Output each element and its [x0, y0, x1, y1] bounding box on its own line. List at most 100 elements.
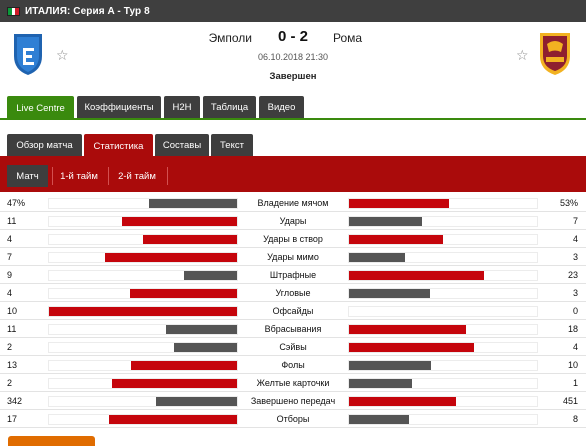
- stat-name: Удары: [279, 216, 307, 226]
- roma-logo-icon[interactable]: [537, 30, 573, 76]
- stat-name: Завершено передач: [250, 396, 336, 406]
- empoli-logo-icon[interactable]: [11, 32, 45, 76]
- stat-away-value: 3: [572, 252, 578, 262]
- stat-away-bar: [348, 234, 538, 245]
- stat-away-bar-fill: [349, 343, 474, 352]
- period-divider: [52, 167, 53, 185]
- period-divider: [167, 167, 168, 185]
- stat-away-bar: [348, 288, 538, 299]
- tab-match-summary[interactable]: Обзор матча: [7, 134, 82, 156]
- main-tabs: Live Centre Коэффициенты H2H Таблица Вид…: [0, 96, 586, 120]
- stat-name: Вбрасывания: [264, 324, 322, 334]
- stat-home-bar: [48, 324, 238, 335]
- stat-home-bar: [48, 396, 238, 407]
- stat-home-bar-fill: [149, 199, 237, 208]
- stat-row: 342 Завершено передач 451: [0, 392, 586, 410]
- stat-home-bar: [48, 252, 238, 263]
- stat-home-value: 4: [7, 288, 13, 298]
- more-button[interactable]: [8, 436, 95, 446]
- stat-name: Фолы: [281, 360, 305, 370]
- stat-home-bar-fill: [143, 235, 237, 244]
- stat-away-bar: [348, 270, 538, 281]
- tab-video[interactable]: Видео: [259, 96, 304, 118]
- stat-row: 9 Штрафные 23: [0, 266, 586, 284]
- stat-home-bar: [48, 378, 238, 389]
- league-name[interactable]: ИТАЛИЯ: Серия A - Тур 8: [25, 6, 150, 17]
- stat-away-value: 7: [572, 216, 578, 226]
- stat-name: Офсайды: [272, 306, 314, 316]
- tab-statistics[interactable]: Статистика: [84, 134, 153, 158]
- stat-name: Удары мимо: [267, 252, 319, 262]
- match-header: ☆ Эмполи 0 - 2 Рома 06.10.2018 21:30 Зав…: [0, 22, 586, 96]
- stat-away-value: 3: [572, 288, 578, 298]
- stat-row: 11 Удары 7: [0, 212, 586, 230]
- favorite-home-star-icon[interactable]: ☆: [56, 48, 69, 62]
- stat-home-bar-fill: [131, 361, 237, 370]
- stat-home-value: 13: [7, 360, 18, 370]
- stat-row: 2 Желтые карточки 1: [0, 374, 586, 392]
- away-team-name[interactable]: Рома: [333, 31, 362, 45]
- tab-period-first-half[interactable]: 1-й тайм: [54, 165, 104, 187]
- stat-home-value: 11: [7, 216, 17, 226]
- stat-away-value: 18: [567, 324, 578, 334]
- stat-away-bar-fill: [349, 235, 443, 244]
- stat-home-value: 9: [7, 270, 13, 280]
- stat-away-value: 10: [567, 360, 578, 370]
- stat-away-value: 1: [572, 378, 578, 388]
- stat-away-value: 53%: [559, 198, 578, 208]
- sub-tabs: Обзор матча Статистика Составы Текст: [0, 134, 586, 158]
- stat-away-bar: [348, 414, 538, 425]
- stat-away-bar: [348, 396, 538, 407]
- stat-name: Желтые карточки: [256, 378, 330, 388]
- stat-away-bar-fill: [349, 379, 412, 388]
- stat-name: Сэйвы: [279, 342, 307, 352]
- stat-name: Угловые: [275, 288, 311, 298]
- stat-row: 11 Вбрасывания 18: [0, 320, 586, 338]
- stat-home-bar-fill: [105, 253, 237, 262]
- stat-row: 2 Сэйвы 4: [0, 338, 586, 356]
- stat-home-bar-fill: [49, 307, 237, 316]
- tab-text[interactable]: Текст: [211, 134, 253, 156]
- stat-home-value: 17: [7, 414, 18, 424]
- stat-home-value: 342: [7, 396, 23, 406]
- stat-home-bar-fill: [174, 343, 237, 352]
- stat-away-bar-fill: [349, 217, 422, 226]
- favorite-away-star-icon[interactable]: ☆: [516, 48, 529, 62]
- stat-row: 47% Владение мячом 53%: [0, 194, 586, 212]
- stat-home-value: 4: [7, 234, 13, 244]
- period-divider: [108, 167, 109, 185]
- stat-row: 4 Угловые 3: [0, 284, 586, 302]
- stat-row: 13 Фолы 10: [0, 356, 586, 374]
- stat-name: Владение мячом: [257, 198, 329, 208]
- stat-home-bar-fill: [166, 325, 237, 334]
- stat-home-bar-fill: [122, 217, 237, 226]
- stat-home-value: 47%: [7, 198, 26, 208]
- tab-live-centre[interactable]: Live Centre: [7, 96, 74, 120]
- stat-home-bar: [48, 270, 238, 281]
- tab-odds[interactable]: Коэффициенты: [77, 96, 161, 118]
- stat-home-bar-fill: [109, 415, 237, 424]
- stat-away-value: 0: [572, 306, 578, 316]
- stat-home-value: 2: [7, 342, 13, 352]
- stat-away-value: 451: [562, 396, 578, 406]
- stat-home-bar: [48, 360, 238, 371]
- stat-home-bar: [48, 306, 238, 317]
- stat-away-bar-fill: [349, 325, 466, 334]
- tab-lineups[interactable]: Составы: [155, 134, 209, 156]
- stat-name: Штрафные: [269, 270, 317, 280]
- stat-name: Удары в створ: [263, 234, 323, 244]
- stat-home-value: 11: [7, 324, 17, 334]
- tab-period-match[interactable]: Матч: [7, 165, 48, 187]
- home-team-name[interactable]: Эмполи: [209, 31, 252, 45]
- tab-period-second-half[interactable]: 2-й тайм: [110, 165, 164, 187]
- stat-home-bar-fill: [156, 397, 237, 406]
- stat-row: 7 Удары мимо 3: [0, 248, 586, 266]
- stat-row: 4 Удары в створ 4: [0, 230, 586, 248]
- match-datetime: 06.10.2018 21:30: [257, 52, 329, 62]
- stat-away-bar: [348, 360, 538, 371]
- tab-table[interactable]: Таблица: [203, 96, 256, 118]
- stat-home-bar-fill: [112, 379, 237, 388]
- stat-name: Отборы: [276, 414, 310, 424]
- stat-away-value: 8: [572, 414, 578, 424]
- tab-h2h[interactable]: H2H: [164, 96, 200, 118]
